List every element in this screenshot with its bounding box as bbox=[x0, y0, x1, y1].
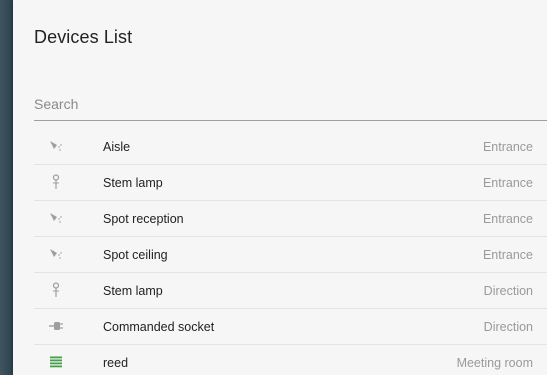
device-room: Direction bbox=[483, 284, 533, 298]
devices-list: Aisle Entrance Stem lamp Entrance Spot r… bbox=[34, 129, 547, 375]
device-name: Commanded socket bbox=[103, 320, 215, 334]
device-row[interactable]: Aisle Entrance bbox=[34, 129, 547, 165]
device-row[interactable]: Spot reception Entrance bbox=[34, 201, 547, 237]
device-room: Entrance bbox=[482, 140, 533, 154]
device-room: Meeting room bbox=[456, 356, 533, 370]
device-row[interactable]: Commanded socket Direction bbox=[34, 309, 547, 345]
device-room: Entrance bbox=[482, 212, 533, 226]
device-room: Entrance bbox=[482, 176, 533, 190]
device-name: Spot ceiling bbox=[103, 248, 168, 262]
device-name: Stem lamp bbox=[103, 176, 163, 190]
background-window-edge bbox=[0, 0, 13, 375]
device-name: Aisle bbox=[103, 140, 131, 154]
spotlight-icon bbox=[48, 211, 64, 225]
device-row[interactable]: Stem lamp Entrance bbox=[34, 165, 547, 201]
device-room: Direction bbox=[483, 320, 533, 334]
device-name: reed bbox=[103, 356, 129, 370]
search-input[interactable] bbox=[34, 92, 547, 116]
device-row[interactable]: Stem lamp Direction bbox=[34, 273, 547, 309]
spotlight-icon bbox=[48, 139, 64, 153]
device-name: Stem lamp bbox=[103, 284, 163, 298]
device-row[interactable]: Spot ceiling Entrance bbox=[34, 237, 547, 273]
device-room: Entrance bbox=[482, 248, 533, 262]
search-field[interactable] bbox=[34, 92, 547, 121]
stem-lamp-icon bbox=[48, 174, 64, 189]
device-name: Spot reception bbox=[103, 212, 184, 226]
spotlight-icon bbox=[48, 247, 64, 261]
page-title: Devices List bbox=[34, 27, 133, 47]
devices-list-panel: Devices List Aisle Entrance bbox=[13, 0, 547, 375]
plug-icon bbox=[48, 319, 64, 333]
reed-sensor-icon bbox=[48, 355, 64, 369]
stem-lamp-icon bbox=[48, 282, 64, 297]
device-row[interactable]: reed Meeting room bbox=[34, 345, 547, 375]
